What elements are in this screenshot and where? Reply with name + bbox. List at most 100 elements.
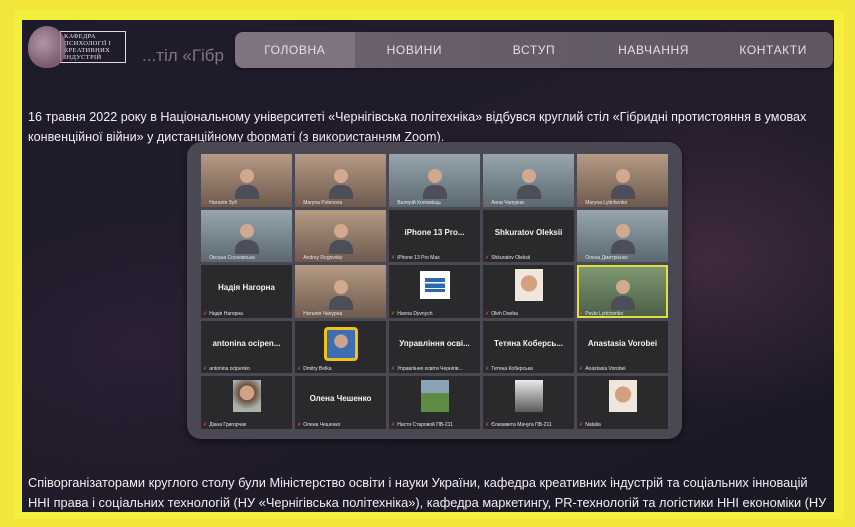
zoom-participant-tile: ✗ Олена Дмитрієнко: [577, 209, 668, 263]
zoom-participant-tile: ✗ Hanna Dyvnych: [389, 265, 480, 318]
muted-mic-icon: ✗: [391, 366, 396, 373]
main-nav: ГОЛОВНА НОВИНИ ВСТУП НАВЧАННЯ КОНТАКТИ: [235, 32, 833, 68]
participant-profile-photo: [420, 380, 449, 413]
logo-emblem-icon: [28, 26, 66, 68]
muted-mic-icon: ✗: [297, 366, 302, 373]
participant-name-tag: ✗ Наталія Зуб: [203, 200, 290, 206]
zoom-participant-tile: antonina ocipen... ✗ antonina ocipenko: [201, 320, 292, 374]
participant-name-tag: ✗ Наталія Чапурна: [297, 311, 384, 317]
participant-display-name: Anastasia Vorobei: [587, 338, 658, 348]
zoom-participant-tile: ✗ Єлизавета Мачуга ПВ-211: [483, 376, 574, 429]
participant-name: Dmitry Belka: [303, 366, 332, 373]
nav-item-home[interactable]: ГОЛОВНА: [235, 32, 355, 68]
participant-logo-image: [419, 271, 450, 300]
muted-mic-icon: ✗: [391, 421, 396, 428]
zoom-participant-tile: Управління осві... ✗ Управління освіти Чер…: [389, 320, 480, 374]
logo-text: КАФЕДРА ПСИХОЛОГІЇ І КРЕАТИВНИХ ІНДУСТРІ…: [60, 31, 126, 63]
participant-name-tag: ✗ Natalia: [579, 422, 666, 428]
zoom-participant-tile: ✗ Maryna Polenova: [295, 154, 386, 207]
participant-name: Управління освіти Чернігів...: [397, 366, 463, 373]
participant-name: Діана Григорчак: [209, 421, 247, 428]
zoom-participant-tile: ✗ Наталія Чапурна: [295, 265, 386, 318]
muted-mic-icon: ✗: [579, 199, 584, 206]
zoom-participant-tile: ✗ Oleh Doeba: [483, 265, 574, 318]
participant-video: [328, 168, 353, 199]
muted-mic-icon: ✗: [203, 255, 208, 262]
participant-display-name: Олена Чешенко: [309, 394, 372, 404]
participant-name-tag: ✗ Управління освіти Чернігів...: [391, 366, 478, 372]
participant-name-tag: ✗ Валерій Коломієць: [391, 200, 478, 206]
zoom-participant-tile: ✗ Andrey Rogovsky: [295, 209, 386, 263]
nav-item-admission[interactable]: ВСТУП: [474, 32, 594, 68]
article-paragraph-organizers: Співорганізаторами круглого столу були М…: [28, 474, 827, 510]
zoom-participant-tile: Anastasia Vorobei ✗ Anastasia Vorobei: [577, 320, 668, 374]
participant-name-tag: ✗ Maryna Lyttchenko: [579, 200, 666, 206]
muted-mic-icon: ✗: [579, 310, 584, 317]
muted-mic-icon: ✗: [485, 421, 490, 428]
department-logo[interactable]: КАФЕДРА ПСИХОЛОГІЇ І КРЕАТИВНИХ ІНДУСТРІ…: [28, 24, 138, 70]
participant-name-tag: ✗ Анна Чапурна: [485, 200, 572, 206]
muted-mic-icon: ✗: [579, 366, 584, 373]
participant-video: [328, 279, 353, 310]
participant-name: Єлизавета Мачуга ПВ-211: [491, 421, 552, 428]
participant-name: Оксана Сосновська: [209, 255, 255, 262]
participant-name: Maryna Polenova: [303, 199, 343, 206]
zoom-participant-tile: ✗ Natalia: [577, 376, 668, 429]
participant-name-tag: ✗ Єлизавета Мачуга ПВ-211: [485, 422, 572, 428]
participant-display-name: Тетяна Коберсь...: [493, 338, 563, 348]
zoom-participant-tile: Тетяна Коберсь... ✗ Тетяна Коберська: [483, 320, 574, 374]
participant-name-tag: ✗ Hanna Dyvnych: [391, 311, 478, 317]
participant-name: Анна Чапурна: [491, 199, 524, 206]
participant-video: [422, 168, 447, 199]
participant-name-tag: ✗ antonina ocipenko: [203, 366, 290, 372]
page-title-fragment: ...тіл «Гібр: [142, 46, 225, 65]
participant-name-tag: ✗ Олена Дмитрієнко: [579, 255, 666, 261]
muted-mic-icon: ✗: [485, 199, 490, 206]
participant-name: Pavlo Lyttchenko: [585, 310, 624, 317]
zoom-participant-grid: ✗ Наталія Зуб ✗ Maryna Polenova ✗ Валерій Кол…: [201, 154, 668, 429]
participant-name-tag: ✗ Тетяна Коберська: [485, 366, 572, 372]
participant-name-tag: ✗ Діана Григорчак: [203, 422, 290, 428]
zoom-participant-tile: ✗ Dmitry Belka: [295, 320, 386, 374]
participant-name: Валерій Коломієць: [397, 199, 441, 206]
article-paragraph-intro: 16 травня 2022 року в Національному унів…: [28, 109, 807, 144]
muted-mic-icon: ✗: [579, 421, 584, 428]
zoom-participant-tile: Shkuratov Oleksii ✗ Shkuratov Oleksii: [483, 209, 574, 263]
participant-avatar: [323, 326, 358, 361]
muted-mic-icon: ✗: [203, 421, 208, 428]
zoom-participant-tile: ✗ Оксана Сосновська: [201, 209, 292, 263]
participant-video: [610, 224, 635, 255]
zoom-participant-tile: ✗ Анна Чапурна: [483, 154, 574, 207]
muted-mic-icon: ✗: [485, 255, 490, 262]
participant-profile-photo: [514, 269, 543, 302]
participant-name-tag: ✗ Oleh Doeba: [485, 311, 572, 317]
participant-video: [610, 279, 635, 310]
nav-item-study[interactable]: НАВЧАННЯ: [594, 32, 714, 68]
participant-display-name: Управління осві...: [399, 338, 470, 348]
participant-name-tag: ✗ Dmitry Belka: [297, 366, 384, 372]
nav-item-news[interactable]: НОВИНИ: [355, 32, 475, 68]
participant-name-tag: ✗ Andrey Rogovsky: [297, 255, 384, 261]
zoom-participant-tile: ✗ Наталія Зуб: [201, 154, 292, 207]
participant-name: Andrey Rogovsky: [303, 255, 343, 262]
participant-name: Shkuratov Oleksii: [491, 255, 531, 262]
zoom-participant-tile: ✗ Діана Григорчак: [201, 376, 292, 429]
participant-name: Олена Дмитрієнко: [585, 255, 628, 262]
muted-mic-icon: ✗: [203, 199, 208, 206]
participant-name-tag: ✗ Настя Старовой ПВ-211: [391, 422, 478, 428]
zoom-participant-tile: ✗ Валерій Коломієць: [389, 154, 480, 207]
muted-mic-icon: ✗: [297, 421, 302, 428]
muted-mic-icon: ✗: [579, 255, 584, 262]
participant-profile-photo: [608, 380, 637, 413]
participant-name-tag: ✗ iPhone 13 Pro Max: [391, 255, 478, 261]
muted-mic-icon: ✗: [485, 310, 490, 317]
participant-name: Олена Чешенко: [303, 421, 341, 428]
participant-display-name: Надія Нагорна: [218, 283, 275, 293]
participant-profile-photo: [514, 380, 543, 413]
muted-mic-icon: ✗: [297, 199, 302, 206]
participant-name: Natalia: [585, 421, 601, 428]
nav-item-contacts[interactable]: КОНТАКТИ: [713, 32, 833, 68]
participant-name-tag: ✗ Надія Нагорна: [203, 311, 290, 317]
participant-name: iPhone 13 Pro Max: [397, 255, 440, 262]
zoom-gallery-screenshot: ✗ Наталія Зуб ✗ Maryna Polenova ✗ Валерій Кол…: [187, 142, 682, 439]
